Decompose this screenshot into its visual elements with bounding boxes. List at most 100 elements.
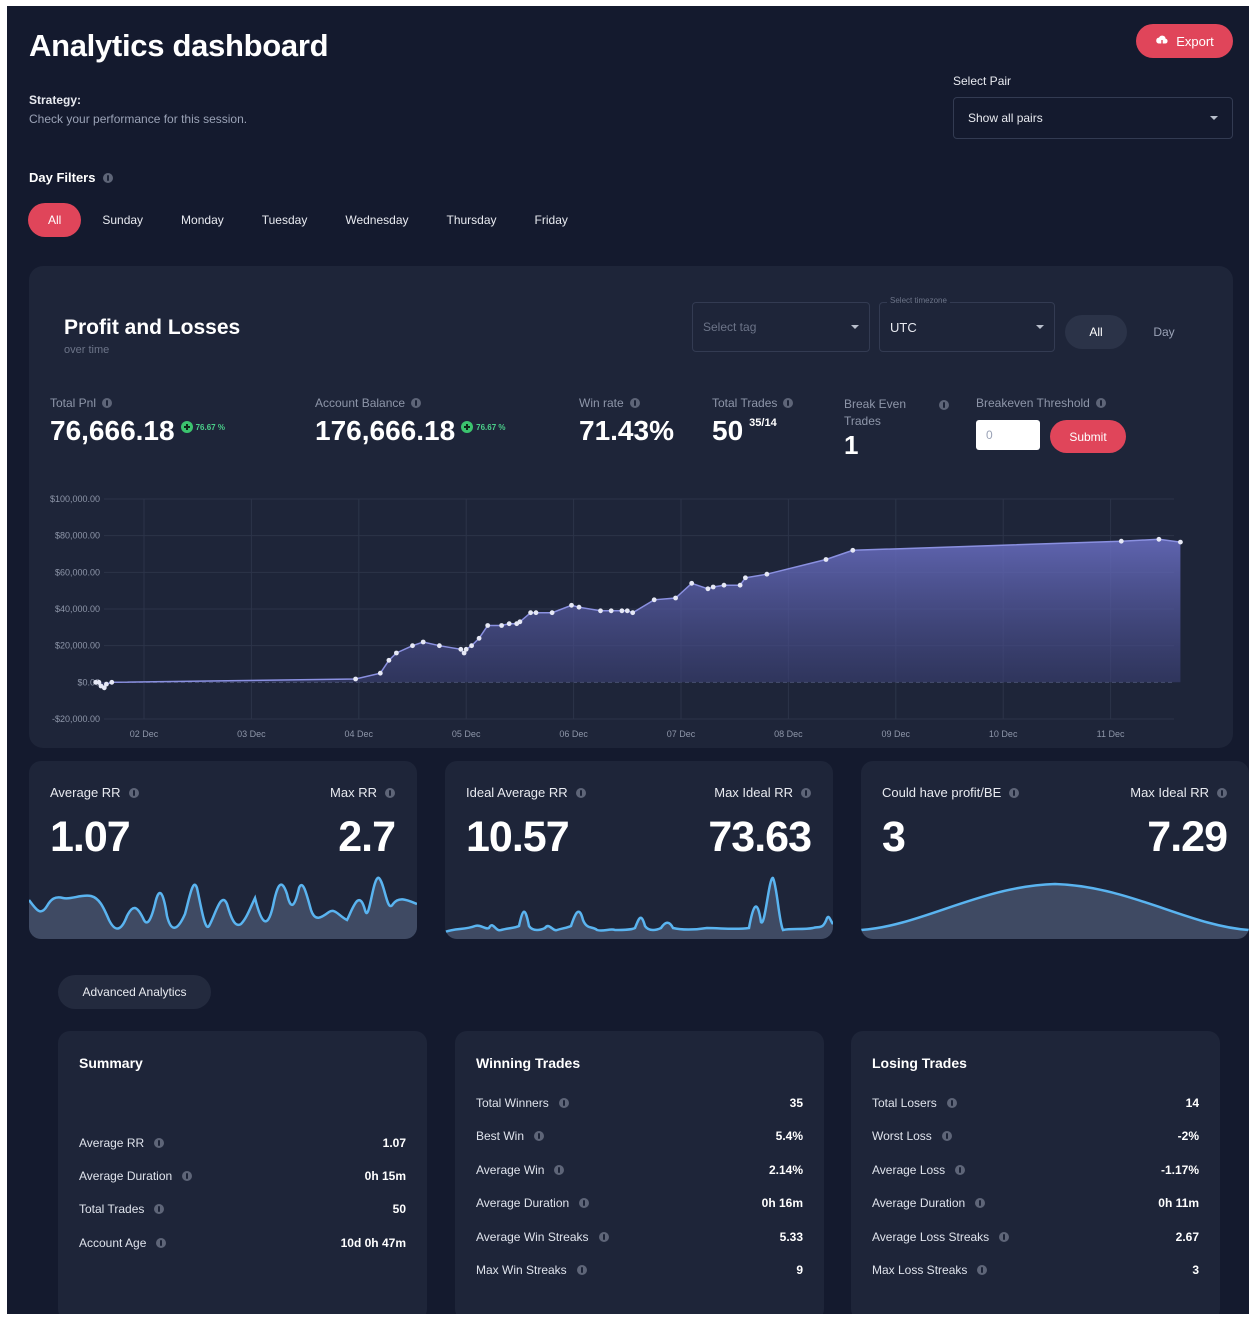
winning-row: Average Win Streaks 5.33 <box>476 1230 803 1244</box>
summary-row: Average RR 1.07 <box>79 1136 406 1150</box>
tag-select[interactable]: Select tag <box>692 302 870 352</box>
winning-row: Best Win 5.4% <box>476 1129 803 1143</box>
pnl-data-point <box>619 608 625 614</box>
average-rr-label: Average RR <box>50 785 121 800</box>
pnl-data-point <box>569 602 574 608</box>
winning-value: 35 <box>789 1096 803 1110</box>
timezone-select[interactable]: UTC <box>879 302 1055 352</box>
losing-key: Total Losers <box>872 1096 937 1110</box>
info-icon <box>385 787 395 798</box>
max-ideal-rr-value-2: 7.29 <box>1147 813 1228 861</box>
average-rr-sparkline <box>29 876 417 939</box>
losing-row: Max Loss Streaks 3 <box>872 1263 1199 1277</box>
summary-row: Total Trades 50 <box>79 1202 406 1216</box>
losing-row: Total Losers 14 <box>872 1096 1199 1110</box>
summary-row: Average Duration 0h 15m <box>79 1169 406 1183</box>
pnl-data-point <box>850 547 856 553</box>
info-icon <box>558 1098 569 1108</box>
chevron-down-icon <box>851 325 859 329</box>
day-chip-sunday[interactable]: Sunday <box>85 203 160 237</box>
pnl-data-point <box>737 582 743 588</box>
x-tick-label: 03 Dec <box>237 729 266 739</box>
plus-circle-icon <box>461 421 474 433</box>
pnl-data-point <box>651 597 657 603</box>
info-icon <box>575 787 586 798</box>
pair-select-value: Show all pairs <box>968 111 1043 125</box>
day-chip-friday[interactable]: Friday <box>518 203 585 237</box>
break-even-stat: Break Even Trades 1 <box>844 396 949 461</box>
range-toggle-day[interactable]: Day <box>1139 315 1189 349</box>
winning-value: 5.4% <box>775 1129 803 1143</box>
x-axis-ticks: 02 Dec 03 Dec 04 Dec 05 Dec 06 Dec 07 Dec 08 D… <box>130 729 1125 739</box>
winning-key: Average Win Streaks <box>476 1230 589 1244</box>
breakeven-threshold-stat: Breakeven Threshold <box>976 396 1106 410</box>
pair-select[interactable]: Show all pairs <box>953 97 1233 139</box>
could-have-profit-value: 3 <box>882 813 906 861</box>
losing-row: Worst Loss -2% <box>872 1129 1199 1143</box>
day-filters-text: Day Filters <box>29 170 96 185</box>
pnl-data-point <box>528 610 533 616</box>
info-icon <box>1095 398 1106 408</box>
losing-key: Average Loss <box>872 1163 946 1177</box>
y-tick-label: $80,000.00 <box>55 531 100 541</box>
pnl-data-point <box>463 646 469 652</box>
pnl-data-point <box>109 679 115 685</box>
pnl-data-point <box>1118 538 1124 544</box>
winning-trades-card: Winning Trades Total Winners 35 Best Win 5… <box>455 1031 824 1314</box>
balance-value: 176,666.18 <box>315 415 456 446</box>
advanced-analytics-tab[interactable]: Advanced Analytics <box>58 975 211 1009</box>
pnl-data-point <box>377 670 383 676</box>
day-chip-wednesday[interactable]: Wednesday <box>328 203 425 237</box>
pnl-data-point <box>458 646 464 652</box>
pnl-data-point <box>353 676 358 682</box>
page-title: Analytics dashboard <box>29 28 329 63</box>
pnl-data-point <box>710 584 716 590</box>
chevron-down-icon <box>1210 116 1218 120</box>
summary-title: Summary <box>79 1055 143 1071</box>
day-chip-all[interactable]: All <box>28 203 82 237</box>
range-toggle-all[interactable]: All <box>1065 315 1127 349</box>
losing-value: 2.67 <box>1175 1230 1199 1244</box>
winning-key: Average Duration <box>476 1196 570 1210</box>
export-button[interactable]: Export <box>1136 24 1233 58</box>
info-icon <box>939 400 949 410</box>
day-chip-monday[interactable]: Monday <box>164 203 241 237</box>
losing-row: Average Duration 0h 11m <box>872 1196 1199 1210</box>
summary-value: 10d 0h 47m <box>340 1236 406 1250</box>
x-tick-label: 06 Dec <box>559 729 588 739</box>
could-have-profit-sparkline <box>861 882 1249 939</box>
winning-row: Max Win Streaks 9 <box>476 1263 803 1277</box>
pnl-data-point <box>410 643 415 649</box>
pnl-data-point <box>624 608 630 614</box>
pnl-data-point <box>469 643 474 649</box>
strategy-description: Check your performance for this session. <box>29 112 248 126</box>
pnl-data-point <box>673 595 678 601</box>
summary-key: Account Age <box>79 1236 147 1250</box>
info-icon <box>128 787 139 798</box>
info-icon <box>103 172 114 183</box>
info-icon <box>1009 787 1020 798</box>
breakeven-threshold-input[interactable]: 0 <box>976 420 1040 450</box>
day-chip-thursday[interactable]: Thursday <box>430 203 514 237</box>
pnl-data-point <box>386 657 392 663</box>
average-rr-value: 1.07 <box>50 813 131 861</box>
pnl-data-point <box>1178 539 1183 545</box>
average-rr-card: Average RR Max RR 1.07 2.7 <box>29 761 417 939</box>
day-chip-tuesday[interactable]: Tuesday <box>245 203 325 237</box>
winning-value: 9 <box>796 1263 803 1277</box>
losing-row: Average Loss -1.17% <box>872 1163 1199 1177</box>
dashboard-page: Analytics dashboard Strategy: Check your… <box>7 6 1249 1314</box>
losing-value: 0h 11m <box>1158 1196 1199 1210</box>
summary-value: 0h 15m <box>364 1169 406 1183</box>
losing-trades-card: Losing Trades Total Losers 14 Worst Loss -… <box>851 1031 1220 1314</box>
winning-key: Best Win <box>476 1129 525 1143</box>
info-icon <box>154 1138 165 1148</box>
total-pnl-value: 76,666.18 <box>50 415 175 446</box>
losing-key: Worst Loss <box>872 1129 932 1143</box>
pnl-data-point <box>630 610 636 616</box>
losing-value: -2% <box>1177 1129 1199 1143</box>
pnl-data-point <box>533 610 539 616</box>
submit-button[interactable]: Submit <box>1050 420 1126 453</box>
pnl-title: Profit and Losses <box>64 316 241 339</box>
total-pnl-stat: Total Pnl 76,666.18 76.67 % <box>50 396 225 447</box>
